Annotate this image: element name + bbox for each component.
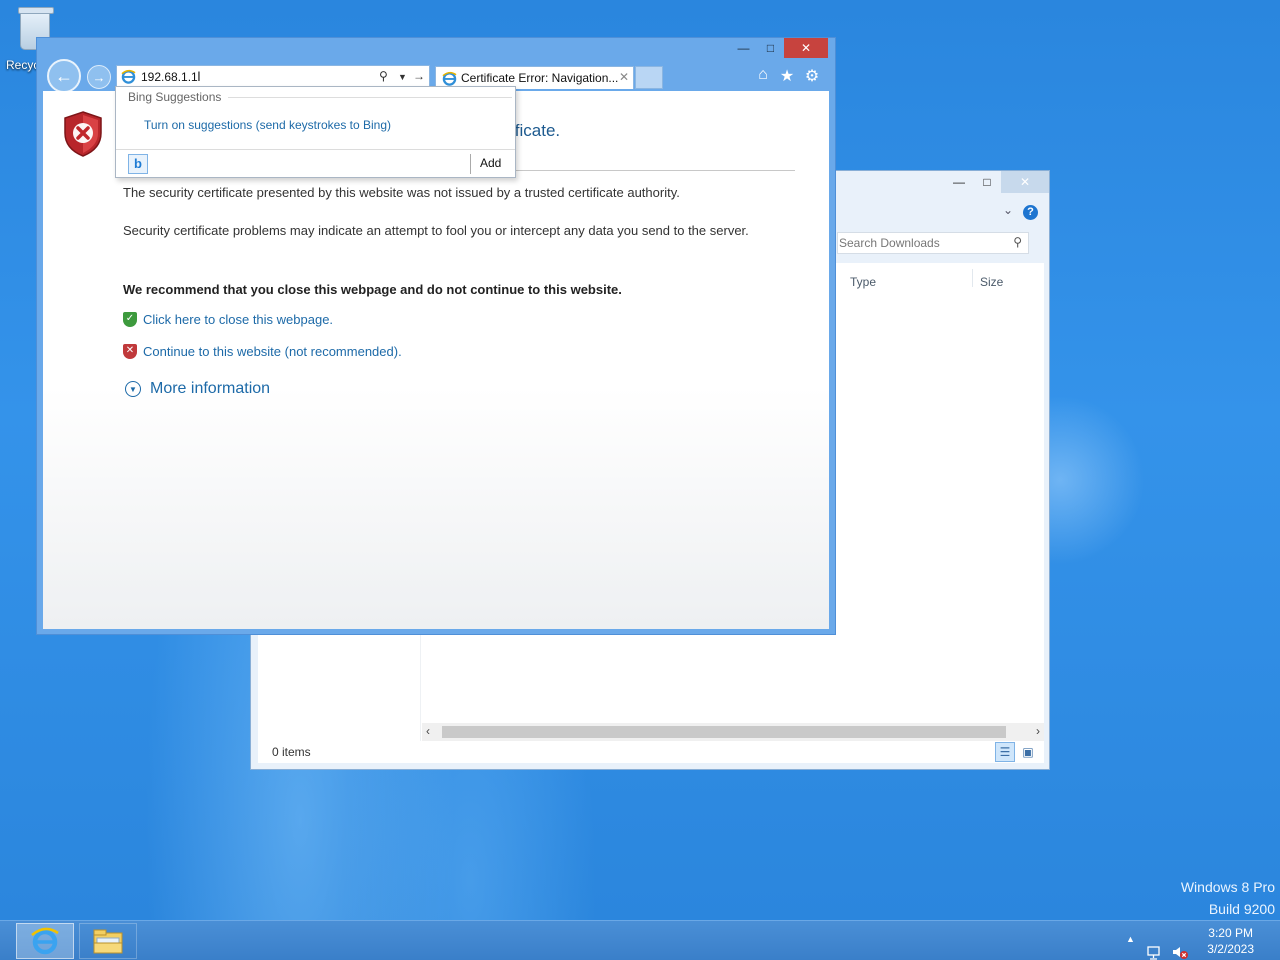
explorer-maximize-button[interactable]: □: [973, 171, 1001, 193]
horizontal-scrollbar[interactable]: ‹ ›: [422, 723, 1044, 741]
tab-title: Certificate Error: Navigation...: [461, 71, 619, 85]
help-icon[interactable]: ?: [1023, 205, 1038, 220]
expand-chevron-icon: ▼: [125, 381, 141, 397]
turn-on-suggestions-link[interactable]: Turn on suggestions (send keystrokes to …: [144, 118, 391, 132]
scroll-left-icon[interactable]: ‹: [426, 724, 430, 738]
maximize-icon: □: [983, 175, 991, 189]
search-icon[interactable]: ⚲: [379, 69, 388, 83]
explorer-minimize-button[interactable]: —: [945, 171, 973, 193]
large-icons-view-button[interactable]: ▣: [1018, 742, 1038, 762]
system-clock[interactable]: 3:20 PM 3/2/2023: [1207, 925, 1254, 957]
volume-muted-icon[interactable]: [1171, 932, 1189, 960]
search-icon[interactable]: ⚲: [1013, 235, 1022, 249]
close-webpage-row: ✓ Click here to close this webpage.: [123, 312, 333, 327]
continue-to-website-link[interactable]: Continue to this website (not recommende…: [143, 344, 402, 359]
ie-close-button[interactable]: ✕: [784, 38, 828, 58]
clock-time: 3:20 PM: [1208, 926, 1253, 940]
bing-logo-icon[interactable]: b: [128, 154, 148, 174]
item-count: 0 items: [272, 745, 311, 759]
recycle-bin-label: Recyc: [6, 58, 40, 72]
security-warning: Security certificate problems may indica…: [123, 223, 749, 238]
address-value: 192.68.1.1: [141, 70, 198, 84]
close-icon: ✕: [1019, 175, 1031, 189]
footer-divider: [470, 154, 471, 174]
windows-edition-watermark: Windows 8 Pro Build 9200: [1181, 876, 1275, 920]
explorer-search-input[interactable]: Search Downloads ⚲: [837, 232, 1029, 254]
page-heading: ificate.: [511, 121, 561, 140]
settings-gear-icon[interactable]: ⚙: [802, 66, 822, 86]
recommendation-text: We recommend that you close this webpage…: [123, 282, 622, 297]
more-information-label: More information: [150, 380, 271, 397]
address-bar[interactable]: 192.68.1.1 I ⚲ ▼ →: [116, 65, 430, 88]
add-button[interactable]: Add: [480, 156, 501, 170]
clock-date: 3/2/2023: [1207, 942, 1254, 956]
suggestions-header: Bing Suggestions: [128, 90, 222, 104]
error-description: The security certificate presented by th…: [123, 185, 680, 200]
explorer-ribbon-controls: ⌄ ?: [837, 201, 1047, 225]
ie-caption-buttons: — □ ✕: [730, 38, 828, 58]
favorites-star-icon[interactable]: ★: [777, 66, 797, 86]
back-button[interactable]: ←: [47, 59, 81, 93]
bing-suggestions-dropdown: Bing Suggestions Turn on suggestions (se…: [115, 86, 516, 178]
close-tab-icon[interactable]: ✕: [619, 70, 629, 84]
minimize-icon: —: [737, 41, 750, 55]
column-header-size[interactable]: Size: [980, 275, 1003, 289]
internet-explorer-icon: [31, 927, 59, 955]
new-tab-button[interactable]: [635, 66, 663, 89]
taskbar-file-explorer[interactable]: [79, 923, 137, 959]
network-icon[interactable]: [1146, 933, 1162, 960]
ie-maximize-button[interactable]: □: [757, 38, 784, 58]
text-cursor-icon: I: [197, 68, 201, 84]
forward-button[interactable]: →: [87, 65, 111, 89]
continue-row: ✕ Continue to this website (not recommen…: [123, 344, 402, 359]
chevron-down-icon[interactable]: ⌄: [1003, 203, 1013, 217]
dropdown-arrow-icon[interactable]: ▼: [398, 72, 407, 82]
build-number: Build 9200: [1208, 901, 1275, 917]
taskbar: ▲ 3:20 PM 3/2/2023: [0, 920, 1280, 960]
more-information-toggle[interactable]: ▼ More information: [125, 380, 270, 398]
desktop: Recyc Windows 8 Pro Build 9200 — □ ✕ ⌄ ?…: [0, 0, 1280, 920]
green-shield-check-icon: ✓: [123, 312, 137, 327]
go-arrow-icon[interactable]: →: [413, 69, 425, 83]
security-shield-error-icon: [64, 111, 102, 157]
explorer-close-button[interactable]: ✕: [1001, 171, 1049, 193]
ie-minimize-button[interactable]: —: [730, 38, 757, 58]
ie-page-icon: [121, 69, 136, 84]
close-icon: ✕: [800, 41, 812, 55]
explorer-status-bar: 0 items ☰ ▣: [258, 741, 1044, 763]
column-divider[interactable]: [972, 269, 973, 287]
column-header-type[interactable]: Type: [850, 275, 876, 289]
scrollbar-thumb[interactable]: [442, 726, 1006, 738]
back-arrow-icon: ←: [55, 65, 73, 86]
taskbar-internet-explorer[interactable]: [16, 923, 74, 959]
ie-page-icon: [442, 71, 457, 86]
suggestions-footer: b Add: [116, 149, 515, 177]
red-shield-x-icon: ✕: [123, 344, 137, 359]
header-divider: [228, 97, 512, 98]
close-webpage-link[interactable]: Click here to close this webpage.: [143, 312, 333, 327]
home-icon[interactable]: ⌂: [753, 66, 773, 86]
explorer-caption-buttons: — □ ✕: [945, 171, 1049, 193]
forward-arrow-icon: →: [92, 69, 106, 85]
details-view-icon: ☰: [999, 745, 1011, 759]
folder-icon: [93, 929, 123, 954]
large-icons-view-icon: ▣: [1022, 745, 1034, 759]
search-placeholder: Search Downloads: [839, 236, 940, 250]
edition-name: Windows 8 Pro: [1180, 879, 1275, 895]
maximize-icon: □: [766, 41, 775, 55]
details-view-button[interactable]: ☰: [995, 742, 1015, 762]
scroll-right-icon[interactable]: ›: [1036, 724, 1040, 738]
minimize-icon: —: [953, 175, 965, 189]
show-hidden-icons-icon[interactable]: ▲: [1126, 934, 1135, 960]
